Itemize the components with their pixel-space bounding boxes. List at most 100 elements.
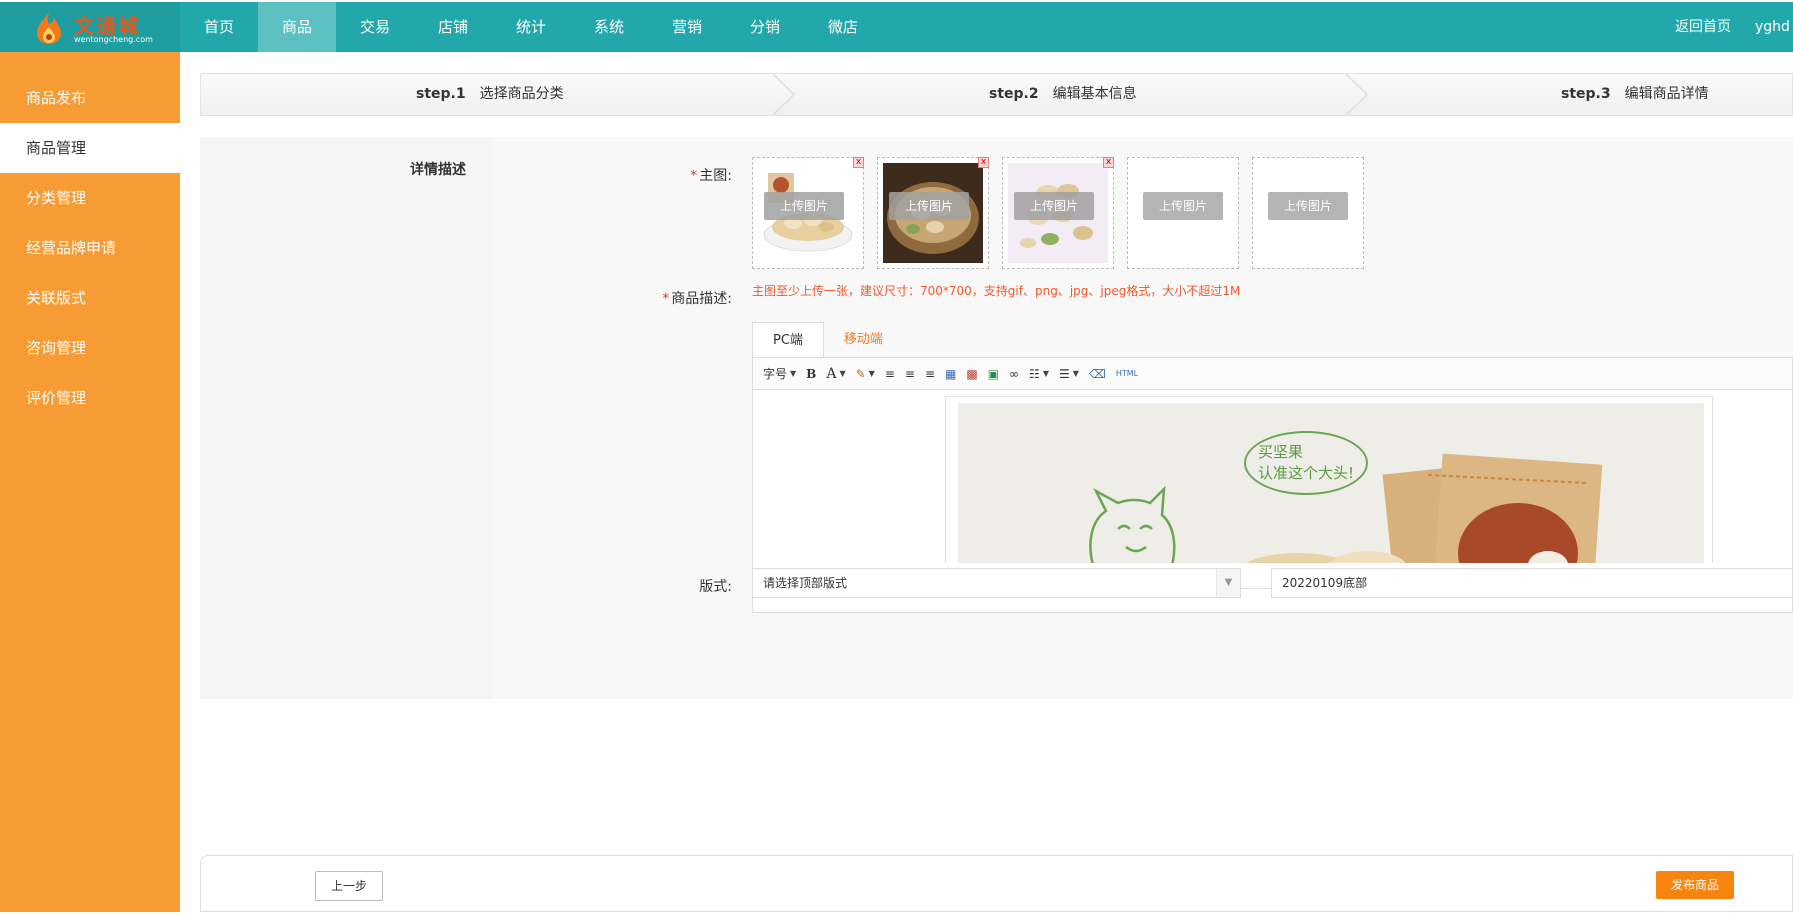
- sidebar-item-review[interactable]: 评价管理: [0, 373, 180, 423]
- image-slot-empty[interactable]: 上传图片: [1127, 157, 1239, 269]
- step-arrow-icon: [773, 74, 795, 115]
- top-layout-select-value: 请选择顶部版式: [763, 576, 848, 590]
- step-1-no: step.1: [416, 86, 466, 102]
- ordered-list-dropdown[interactable]: ☷ ▼: [1029, 367, 1049, 381]
- multi-image-button[interactable]: ▣: [988, 367, 999, 381]
- align-right-icon: ≡: [924, 366, 936, 381]
- sidebar-item-product-manage[interactable]: 商品管理: [0, 123, 180, 173]
- back-home-link[interactable]: 返回首页: [1675, 2, 1731, 52]
- sidebar-item-layout[interactable]: 关联版式: [0, 273, 180, 323]
- bottom-layout-select[interactable]: 20220109底部: [1271, 568, 1793, 598]
- nav-item-marketing[interactable]: 营销: [648, 2, 726, 52]
- tab-pc[interactable]: PC端: [752, 322, 824, 358]
- nav-item-stats[interactable]: 统计: [492, 2, 570, 52]
- html-button[interactable]: HTML: [1116, 369, 1138, 378]
- required-mark: *: [662, 291, 670, 307]
- upload-image-button[interactable]: 上传图片: [1268, 192, 1348, 220]
- ordered-list-icon: ☷: [1029, 366, 1040, 381]
- footer-action-bar: 上一步 发布商品: [200, 855, 1793, 912]
- image-slot[interactable]: x 上传图片: [752, 157, 864, 269]
- align-center-button[interactable]: ≡: [905, 367, 915, 381]
- bold-button[interactable]: B: [806, 367, 816, 381]
- delete-icon[interactable]: x: [978, 157, 989, 168]
- logo[interactable]: 文通城 wentongcheng.com: [0, 2, 180, 52]
- main-image-hint: 主图至少上传一张，建议尺寸：700*700，支持gif、png、jpg、jpeg…: [752, 284, 1241, 298]
- upload-image-button[interactable]: 上传图片: [764, 192, 844, 220]
- nav-item-system[interactable]: 系统: [570, 2, 648, 52]
- nav-item-trade[interactable]: 交易: [336, 2, 414, 52]
- upload-image-button[interactable]: 上传图片: [1143, 192, 1223, 220]
- sidebar: 商品发布 商品管理 分类管理 经营品牌申请 关联版式 咨询管理 评价管理: [0, 52, 180, 912]
- sidebar-item-brand-apply[interactable]: 经营品牌申请: [0, 223, 180, 273]
- nav-item-products[interactable]: 商品: [258, 2, 336, 52]
- step-3: step.3 编辑商品详情: [1561, 74, 1709, 115]
- ad-text-2: 认准这个大头!: [1258, 464, 1355, 482]
- main-image-list: x 上传图片 x 上传图片 x 上传图片 上传图片 上传图片: [752, 157, 1377, 269]
- description-tabs: PC端 移动端: [752, 322, 903, 358]
- sidebar-item-consult[interactable]: 咨询管理: [0, 323, 180, 373]
- multi-image-icon: ▣: [987, 366, 1000, 381]
- step-1-label: 选择商品分类: [479, 86, 564, 102]
- delete-icon[interactable]: x: [1103, 157, 1114, 168]
- logo-subtitle: wentongcheng.com: [74, 35, 153, 44]
- font-size-dropdown[interactable]: 字号 ▼: [763, 365, 796, 382]
- step-2-no: step.2: [989, 86, 1039, 102]
- publish-button[interactable]: 发布商品: [1656, 871, 1734, 899]
- table-button[interactable]: ▦: [945, 367, 956, 381]
- upload-image-button[interactable]: 上传图片: [889, 192, 969, 220]
- nav-item-distribution[interactable]: 分销: [726, 2, 804, 52]
- step-indicator: step.1 选择商品分类 step.2 编辑基本信息 step.3 编辑商品详情: [200, 73, 1793, 116]
- tab-mobile[interactable]: 移动端: [824, 322, 903, 358]
- sidebar-item-category[interactable]: 分类管理: [0, 173, 180, 223]
- chevron-down-icon: ▼: [1216, 569, 1240, 597]
- align-center-icon: ≡: [904, 366, 915, 381]
- html-icon: HTML: [1115, 369, 1139, 378]
- step-1: step.1 选择商品分类: [416, 74, 564, 115]
- highlighter-icon: ✎: [855, 366, 866, 381]
- caret-down-icon: ▼: [868, 369, 875, 378]
- align-left-icon: ≡: [884, 366, 895, 381]
- section-column: 详情描述: [200, 137, 486, 699]
- link-icon: ∞: [1009, 366, 1020, 381]
- ad-speech-bubble: 买坚果 认准这个大头!: [1244, 431, 1368, 495]
- upload-image-button[interactable]: 上传图片: [1014, 192, 1094, 220]
- nav-item-store[interactable]: 店铺: [414, 2, 492, 52]
- unordered-list-dropdown[interactable]: ☰ ▼: [1059, 367, 1079, 381]
- editor-content[interactable]: 买坚果 认准这个大头!: [753, 391, 1793, 563]
- image-slot[interactable]: x 上传图片: [1002, 157, 1114, 269]
- main-image-label: * 主图:: [622, 165, 732, 185]
- top-navbar: 文通城 wentongcheng.com 首页 商品 交易 店铺 统计 系统 营…: [0, 2, 1793, 52]
- prev-step-button[interactable]: 上一步: [315, 871, 383, 901]
- sidebar-item-publish[interactable]: 商品发布: [0, 73, 180, 123]
- user-name-link[interactable]: yghd: [1755, 2, 1793, 52]
- description-label-text: 商品描述:: [671, 291, 732, 307]
- nav-item-microstore[interactable]: 微店: [804, 2, 882, 52]
- description-label: * 商品描述:: [622, 288, 732, 308]
- font-color-dropdown[interactable]: A ▼: [826, 366, 845, 382]
- image-slot[interactable]: x 上传图片: [877, 157, 989, 269]
- step-2-label: 编辑基本信息: [1052, 86, 1137, 102]
- section-label: 详情描述: [410, 162, 466, 178]
- align-left-button[interactable]: ≡: [885, 367, 895, 381]
- eraser-button[interactable]: ⌫: [1089, 367, 1106, 381]
- top-layout-select[interactable]: 请选择顶部版式 ▼: [752, 568, 1241, 598]
- font-size-label: 字号: [763, 367, 788, 381]
- caret-down-icon: ▼: [1072, 369, 1079, 378]
- align-right-button[interactable]: ≡: [925, 367, 935, 381]
- ad-image: 买坚果 认准这个大头!: [958, 403, 1704, 563]
- image-button[interactable]: ▩: [966, 367, 977, 381]
- step-arrow-icon: [1346, 74, 1368, 115]
- highlight-dropdown[interactable]: ✎ ▼: [856, 367, 875, 381]
- caret-down-icon: ▼: [1042, 369, 1049, 378]
- image-slot-empty[interactable]: 上传图片: [1252, 157, 1364, 269]
- nav-item-home[interactable]: 首页: [180, 2, 258, 52]
- font-color-icon: A: [826, 365, 837, 382]
- delete-icon[interactable]: x: [853, 157, 864, 168]
- top-right-links: 返回首页 yghd: [1675, 2, 1793, 52]
- caret-down-icon: ▼: [790, 369, 797, 378]
- link-button[interactable]: ∞: [1009, 367, 1019, 381]
- bottom-layout-select-value: 20220109底部: [1282, 576, 1368, 590]
- flame-logo-icon: [37, 13, 61, 44]
- step-2: step.2 编辑基本信息: [989, 74, 1137, 115]
